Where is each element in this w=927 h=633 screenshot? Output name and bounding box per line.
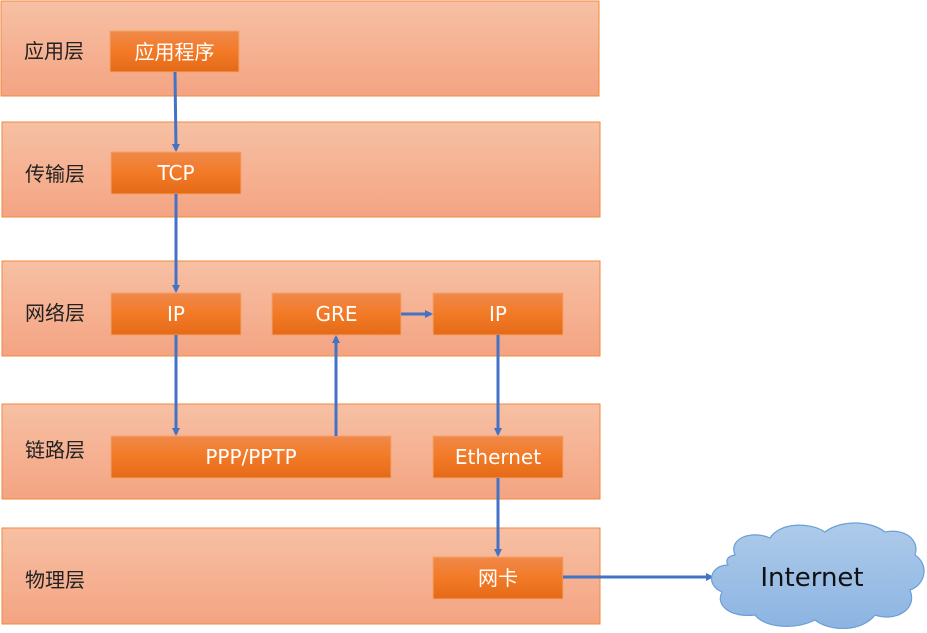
- box-application-program: 应用程序: [109, 30, 240, 73]
- cloud-label: Internet: [760, 563, 863, 593]
- arrow-app-to-tcp: [171, 71, 180, 152]
- layer-application: 应用层: [0, 0, 600, 97]
- box-tcp: TCP: [110, 151, 242, 195]
- box-label: IP: [489, 302, 507, 326]
- box-label: PPP/PPTP: [205, 445, 296, 469]
- box-ethernet: Ethernet: [432, 435, 564, 479]
- box-label: 应用程序: [135, 40, 215, 64]
- layer-label: 链路层: [25, 438, 85, 462]
- box-ip-outer: IP: [432, 292, 564, 336]
- box-label: 网卡: [478, 566, 518, 590]
- layer-transport: 传输层: [1, 121, 601, 218]
- box-label: GRE: [315, 302, 357, 326]
- layer-label: 传输层: [25, 162, 85, 186]
- box-ppp-pptp: PPP/PPTP: [110, 435, 392, 479]
- box-nic: 网卡: [432, 556, 564, 600]
- network-stack-diagram: 应用层 传输层 网络层 链路层 物理层 应用程序 TCP IP GRE IP P…: [0, 0, 925, 630]
- box-label: TCP: [156, 161, 194, 185]
- layer-label: 应用层: [24, 39, 84, 63]
- box-gre: GRE: [271, 292, 402, 336]
- box-label: Ethernet: [455, 445, 541, 469]
- box-ip-inner: IP: [110, 292, 242, 336]
- layer-label: 网络层: [25, 301, 85, 325]
- layer-label: 物理层: [25, 568, 85, 592]
- box-label: IP: [167, 302, 185, 326]
- internet-cloud: Internet: [711, 522, 925, 630]
